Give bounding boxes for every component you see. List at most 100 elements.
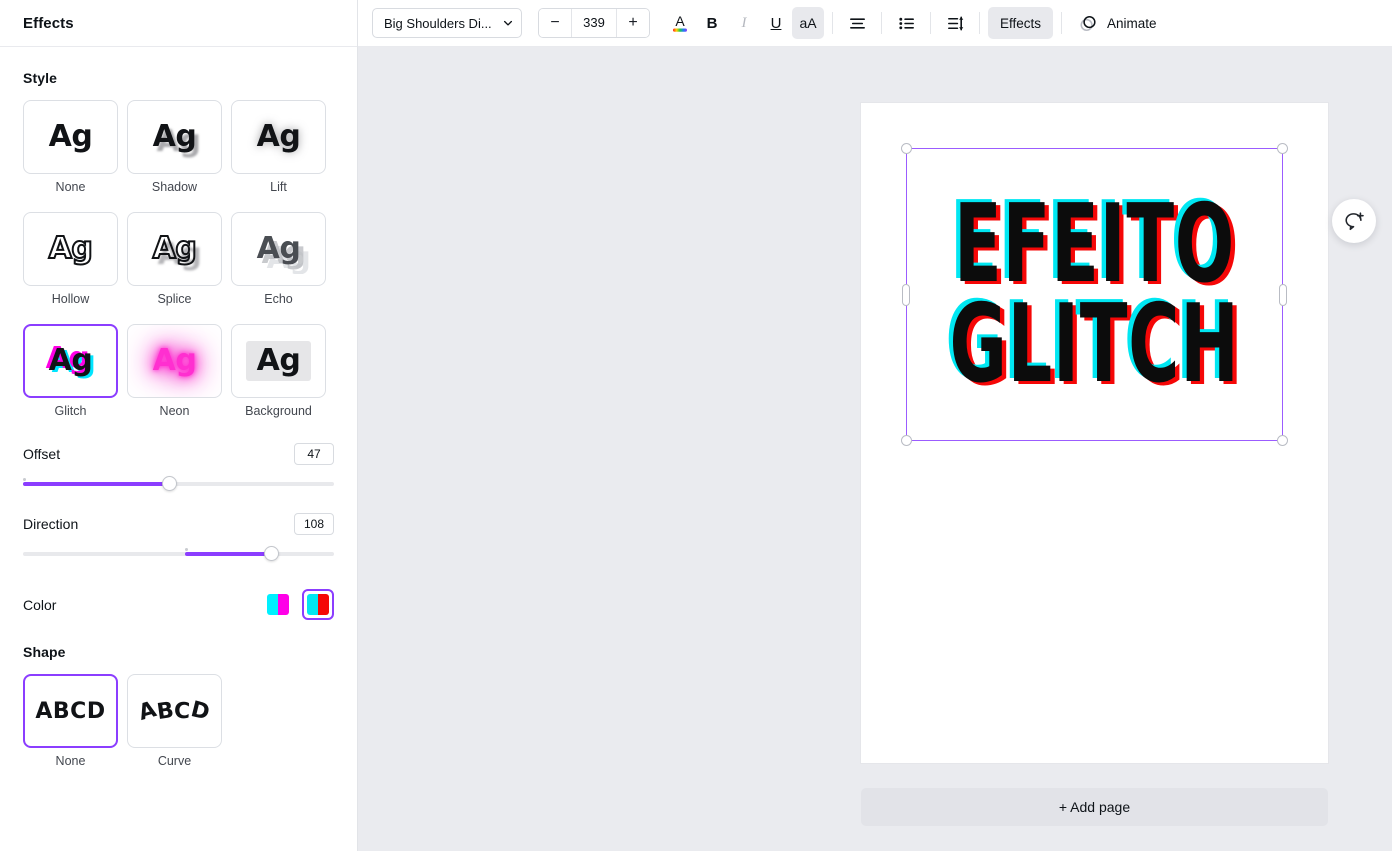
- offset-slider-knob[interactable]: [161, 476, 177, 491]
- animate-label: Animate: [1107, 15, 1157, 31]
- resize-handle-bottom-right[interactable]: [1277, 435, 1288, 446]
- style-option-echo[interactable]: Ag Echo: [231, 212, 326, 315]
- resize-handle-bottom-left[interactable]: [901, 435, 912, 446]
- glitch-text-line-1: EFEITO: [954, 182, 1235, 308]
- chevron-down-icon: [503, 20, 513, 26]
- text-color-button[interactable]: A: [664, 7, 696, 39]
- offset-track-fill: [23, 482, 170, 486]
- swatch-half-right: [278, 594, 289, 615]
- shape-card-curve[interactable]: ABCD: [127, 674, 222, 748]
- underline-button[interactable]: U: [760, 7, 792, 39]
- shape-option-none[interactable]: ABCD None: [23, 674, 118, 777]
- svg-text:A: A: [675, 13, 685, 29]
- canvas-area: EFEITO GLITCH + Add page: [358, 47, 1392, 851]
- effects-sidebar: Effects Style Ag None Ag Shadow Ag Lift …: [0, 0, 358, 851]
- style-preview-backdrop: Ag: [245, 341, 312, 381]
- offset-slider-row: Offset 47: [23, 443, 334, 465]
- resize-handle-left[interactable]: [902, 283, 910, 306]
- style-card-shadow[interactable]: Ag: [127, 100, 222, 174]
- font-size-decrease-button[interactable]: −: [539, 9, 571, 37]
- style-label: Shadow: [151, 180, 198, 194]
- sidebar-body: Style Ag None Ag Shadow Ag Lift Ag Hollo…: [0, 47, 357, 777]
- style-label: Glitch: [54, 404, 87, 418]
- style-card-echo[interactable]: Ag: [231, 212, 326, 286]
- toolbar-divider: [1061, 12, 1063, 34]
- style-label: Background: [245, 404, 312, 418]
- style-card-none[interactable]: Ag: [23, 100, 118, 174]
- style-label: Splice: [157, 292, 192, 306]
- design-page[interactable]: EFEITO GLITCH: [861, 103, 1328, 763]
- add-comment-icon: [1345, 212, 1364, 231]
- toolbar-divider: [930, 12, 931, 34]
- add-comment-button[interactable]: [1332, 199, 1376, 243]
- text-align-button[interactable]: [841, 7, 873, 39]
- font-family-select[interactable]: Big Shoulders Di...: [372, 8, 522, 38]
- style-option-none[interactable]: Ag None: [23, 100, 118, 203]
- style-option-background[interactable]: Ag Background: [231, 324, 326, 427]
- style-preview-glyph: Ag: [152, 343, 197, 378]
- style-card-neon[interactable]: Ag: [127, 324, 222, 398]
- font-size-increase-button[interactable]: +: [617, 9, 649, 37]
- shape-preview-text: ABCD: [35, 698, 106, 724]
- letter-case-button[interactable]: aA: [792, 7, 824, 39]
- resize-handle-top-right[interactable]: [1277, 143, 1288, 154]
- resize-handle-top-left[interactable]: [901, 143, 912, 154]
- direction-value-input[interactable]: 108: [294, 513, 334, 535]
- offset-slider[interactable]: [23, 471, 334, 497]
- italic-button[interactable]: I: [728, 7, 760, 39]
- style-card-lift[interactable]: Ag: [231, 100, 326, 174]
- italic-icon: I: [741, 14, 747, 31]
- glitch-text-line-2: GLITCH: [949, 281, 1240, 407]
- text-toolbar: Big Shoulders Di... − 339 + A B I U aA E…: [358, 0, 1392, 47]
- style-option-lift[interactable]: Ag Lift: [231, 100, 326, 203]
- swatch-body: [307, 594, 329, 615]
- style-option-neon[interactable]: Ag Neon: [127, 324, 222, 427]
- font-family-value: Big Shoulders Di...: [384, 15, 492, 31]
- swatch-half-right: [318, 594, 329, 615]
- shape-label: Curve: [157, 754, 192, 768]
- offset-value-input[interactable]: 47: [294, 443, 334, 465]
- color-row: Color: [23, 589, 334, 620]
- shape-label: None: [55, 754, 86, 768]
- style-card-splice[interactable]: Ag: [127, 212, 222, 286]
- add-page-bar-button[interactable]: + Add page: [861, 788, 1328, 826]
- toolbar-divider: [881, 12, 882, 34]
- style-section-label: Style: [23, 70, 57, 86]
- line-spacing-button[interactable]: [939, 7, 971, 39]
- resize-handle-right[interactable]: [1279, 283, 1287, 306]
- style-preview-glyph: Ag: [152, 231, 198, 266]
- offset-label: Offset: [23, 446, 61, 462]
- direction-slider[interactable]: [23, 541, 334, 567]
- color-swatch-cyan-red[interactable]: [302, 589, 334, 620]
- shape-section-label: Shape: [23, 644, 66, 660]
- animate-button[interactable]: Animate: [1070, 7, 1165, 39]
- glitch-text-element[interactable]: EFEITO GLITCH: [950, 149, 1239, 440]
- bullet-list-button[interactable]: [890, 7, 922, 39]
- shape-option-curve[interactable]: ABCD Curve: [127, 674, 222, 777]
- swatch-body: [267, 594, 289, 615]
- bold-button[interactable]: B: [696, 7, 728, 39]
- shape-card-none[interactable]: ABCD: [23, 674, 118, 748]
- direction-track[interactable]: [23, 552, 334, 556]
- style-label: Lift: [270, 180, 287, 194]
- bold-icon: B: [706, 14, 718, 32]
- style-card-glitch[interactable]: Ag: [23, 324, 118, 398]
- style-card-background[interactable]: Ag: [231, 324, 326, 398]
- direction-slider-knob[interactable]: [264, 546, 280, 561]
- style-card-hollow[interactable]: Ag: [23, 212, 118, 286]
- toolbar-divider: [979, 12, 980, 34]
- style-option-shadow[interactable]: Ag Shadow: [127, 100, 222, 203]
- style-preview-glyph: Ag: [256, 119, 301, 154]
- effects-button[interactable]: Effects: [988, 7, 1054, 39]
- text-element-selection[interactable]: EFEITO GLITCH: [901, 143, 1288, 446]
- font-size-stepper: − 339 +: [538, 8, 650, 38]
- style-preview-glyph: Ag: [152, 119, 197, 154]
- font-size-input[interactable]: 339: [571, 9, 617, 37]
- color-swatch-cyan-magenta[interactable]: [262, 589, 294, 620]
- style-option-hollow[interactable]: Ag Hollow: [23, 212, 118, 315]
- style-option-splice[interactable]: Ag Splice: [127, 212, 222, 315]
- style-option-glitch[interactable]: Ag Glitch: [23, 324, 118, 427]
- offset-origin-dot: [23, 478, 26, 481]
- color-swatch-list: [262, 589, 334, 620]
- page-title: Effects: [23, 14, 74, 32]
